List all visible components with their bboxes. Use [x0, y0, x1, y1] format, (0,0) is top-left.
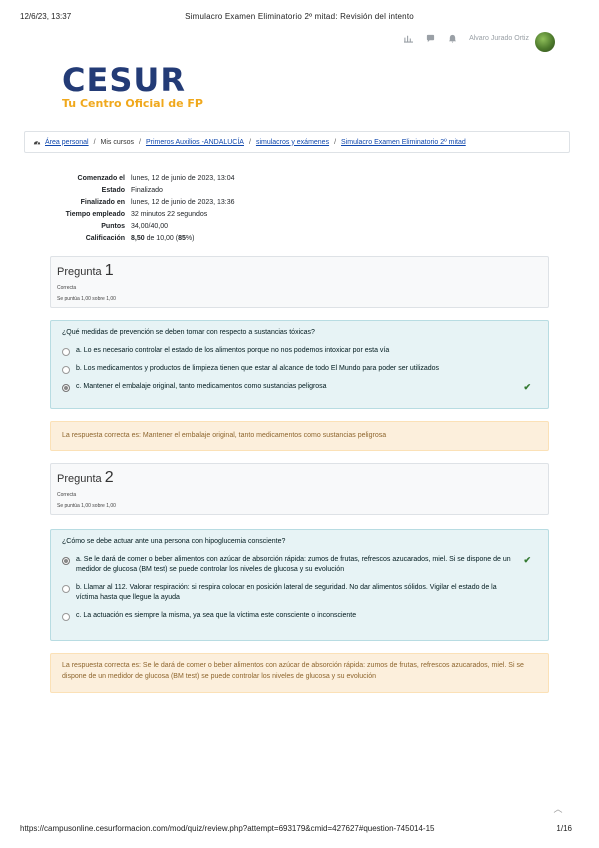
question-info: Pregunta 2 Correcta Se puntúa 1,00 sobre…: [50, 463, 549, 515]
summary-key: Calificación: [85, 234, 125, 242]
question-number: 2: [104, 469, 114, 486]
grade-score: 8,50: [131, 234, 145, 242]
summary-value: 32 minutos 22 segundos: [131, 210, 208, 218]
question-label: Pregunta: [57, 266, 102, 278]
print-url: https://campusonline.cesurformacion.com/…: [20, 824, 435, 833]
question-content: ¿Qué medidas de prevención se deben toma…: [50, 320, 549, 409]
question-status: Correcta: [57, 492, 77, 498]
summary-row: Puntos 34,00/40,00: [40, 220, 238, 232]
answer-option[interactable]: b. Llamar al 112. Valorar respiración: s…: [62, 583, 537, 603]
radio-button[interactable]: [62, 612, 70, 621]
radio-button[interactable]: [62, 584, 70, 593]
grade-percent-suffix: %): [185, 234, 195, 242]
summary-row: Comenzado el lunes, 12 de junio de 2023, …: [40, 172, 238, 184]
answer-text: b. Llamar al 112. Valorar respiración: s…: [76, 584, 497, 601]
answer-option[interactable]: a. Lo es necesario controlar el estado d…: [62, 346, 537, 356]
summary-key: Estado: [101, 186, 125, 194]
breadcrumb-separator: /: [93, 138, 96, 146]
avatar[interactable]: [535, 32, 555, 52]
dashboard-icon: [33, 138, 41, 146]
summary-key: Comenzado el: [77, 174, 125, 182]
logo-wordmark: CESUR: [62, 61, 187, 99]
logo-tagline: Tu Centro Oficial de FP: [62, 97, 203, 110]
breadcrumb-home[interactable]: Área personal: [45, 139, 89, 146]
radio-button-selected[interactable]: [62, 383, 70, 392]
user-topbar: Alvaro Jurado Ortiz: [403, 33, 555, 43]
question-label: Pregunta: [57, 473, 102, 485]
summary-key: Puntos: [101, 222, 125, 230]
answer-option[interactable]: b. Los medicamentos y productos de limpi…: [62, 364, 537, 374]
site-logo[interactable]: CESUR Tu Centro Oficial de FP: [62, 64, 203, 110]
summary-value: 34,00/40,00: [131, 222, 168, 230]
grade-value: 8,50 de 10,00 (85%): [128, 232, 238, 244]
breadcrumb-quiz[interactable]: Simulacro Examen Eliminatorio 2º mitad: [341, 139, 466, 146]
answer-text: a. Lo es necesario controlar el estado d…: [76, 347, 390, 354]
summary-row: Calificación 8,50 de 10,00 (85%): [40, 232, 238, 244]
summary-value: lunes, 12 de junio de 2023, 13:36: [131, 198, 235, 206]
question-prompt: ¿Cómo se debe actuar ante una persona co…: [62, 538, 286, 545]
radio-button-selected[interactable]: [62, 556, 70, 565]
summary-key: Finalizado en: [80, 198, 125, 206]
right-answer-feedback: La respuesta correcta es: Mantener el em…: [50, 421, 549, 451]
breadcrumb-separator: /: [139, 138, 141, 146]
page-number: 1/16: [556, 824, 572, 833]
breadcrumb-separator: /: [334, 138, 337, 146]
question-content: ¿Cómo se debe actuar ante una persona co…: [50, 529, 549, 641]
question-grade: Se puntúa 1,00 sobre 1,00: [57, 296, 116, 302]
question-title: Pregunta 2: [57, 469, 542, 487]
answer-text: a. Se le dará de comer o beber alimentos…: [76, 556, 511, 573]
radio-button[interactable]: [62, 347, 70, 356]
grade-total: de 10,00 (: [144, 234, 179, 242]
breadcrumb-separator: /: [248, 138, 251, 146]
radio-button[interactable]: [62, 365, 70, 374]
question-title: Pregunta 1: [57, 262, 542, 280]
attempt-summary: Comenzado el lunes, 12 de junio de 2023, …: [40, 172, 238, 244]
print-title: Simulacro Examen Eliminatorio 2º mitad: …: [185, 12, 414, 21]
summary-row: Finalizado en lunes, 12 de junio de 2023,…: [40, 196, 238, 208]
breadcrumb-section[interactable]: simulacros y exámenes: [256, 139, 329, 146]
grade-percent: 85: [178, 234, 186, 242]
right-answer-feedback: La respuesta correcta es: Se le dará de …: [50, 653, 549, 693]
answer-text: b. Los medicamentos y productos de limpi…: [76, 365, 440, 372]
messages-icon[interactable]: [425, 33, 435, 43]
breadcrumb-my-courses: Mis cursos: [100, 138, 134, 146]
check-icon: ✔: [523, 382, 531, 392]
summary-key: Tiempo empleado: [65, 210, 125, 218]
breadcrumb-course[interactable]: Primeros Auxilios -ANDALUCÍA: [146, 139, 244, 146]
question-info: Pregunta 1 Correcta Se puntúa 1,00 sobre…: [50, 256, 549, 308]
answer-text: c. Mantener el embalaje original, tanto …: [76, 383, 327, 390]
summary-row: Tiempo empleado 32 minutos 22 segundos: [40, 208, 238, 220]
bell-icon[interactable]: [447, 33, 457, 43]
answer-option[interactable]: c. La actuación es siempre la misma, ya …: [62, 611, 537, 621]
question-status: Correcta: [57, 285, 77, 291]
question-grade: Se puntúa 1,00 sobre 1,00: [57, 503, 116, 509]
question-number: 1: [104, 262, 114, 279]
notifications-icon[interactable]: [403, 33, 413, 43]
summary-value: Finalizado: [131, 186, 163, 194]
answer-option[interactable]: a. Se le dará de comer o beber alimentos…: [62, 555, 537, 575]
answer-option[interactable]: c. Mantener el embalaje original, tanto …: [62, 382, 537, 392]
summary-row: Estado Finalizado: [40, 184, 238, 196]
answer-text: c. La actuación es siempre la misma, ya …: [76, 612, 357, 619]
back-to-top-icon[interactable]: ︿: [553, 802, 563, 814]
check-icon: ✔: [523, 555, 531, 565]
question-prompt: ¿Qué medidas de prevención se deben toma…: [62, 329, 315, 336]
summary-value: lunes, 12 de junio de 2023, 13:04: [131, 174, 235, 182]
user-name[interactable]: Alvaro Jurado Ortiz: [469, 35, 529, 42]
breadcrumb: Área personal / Mis cursos / Primeros Au…: [24, 131, 570, 153]
